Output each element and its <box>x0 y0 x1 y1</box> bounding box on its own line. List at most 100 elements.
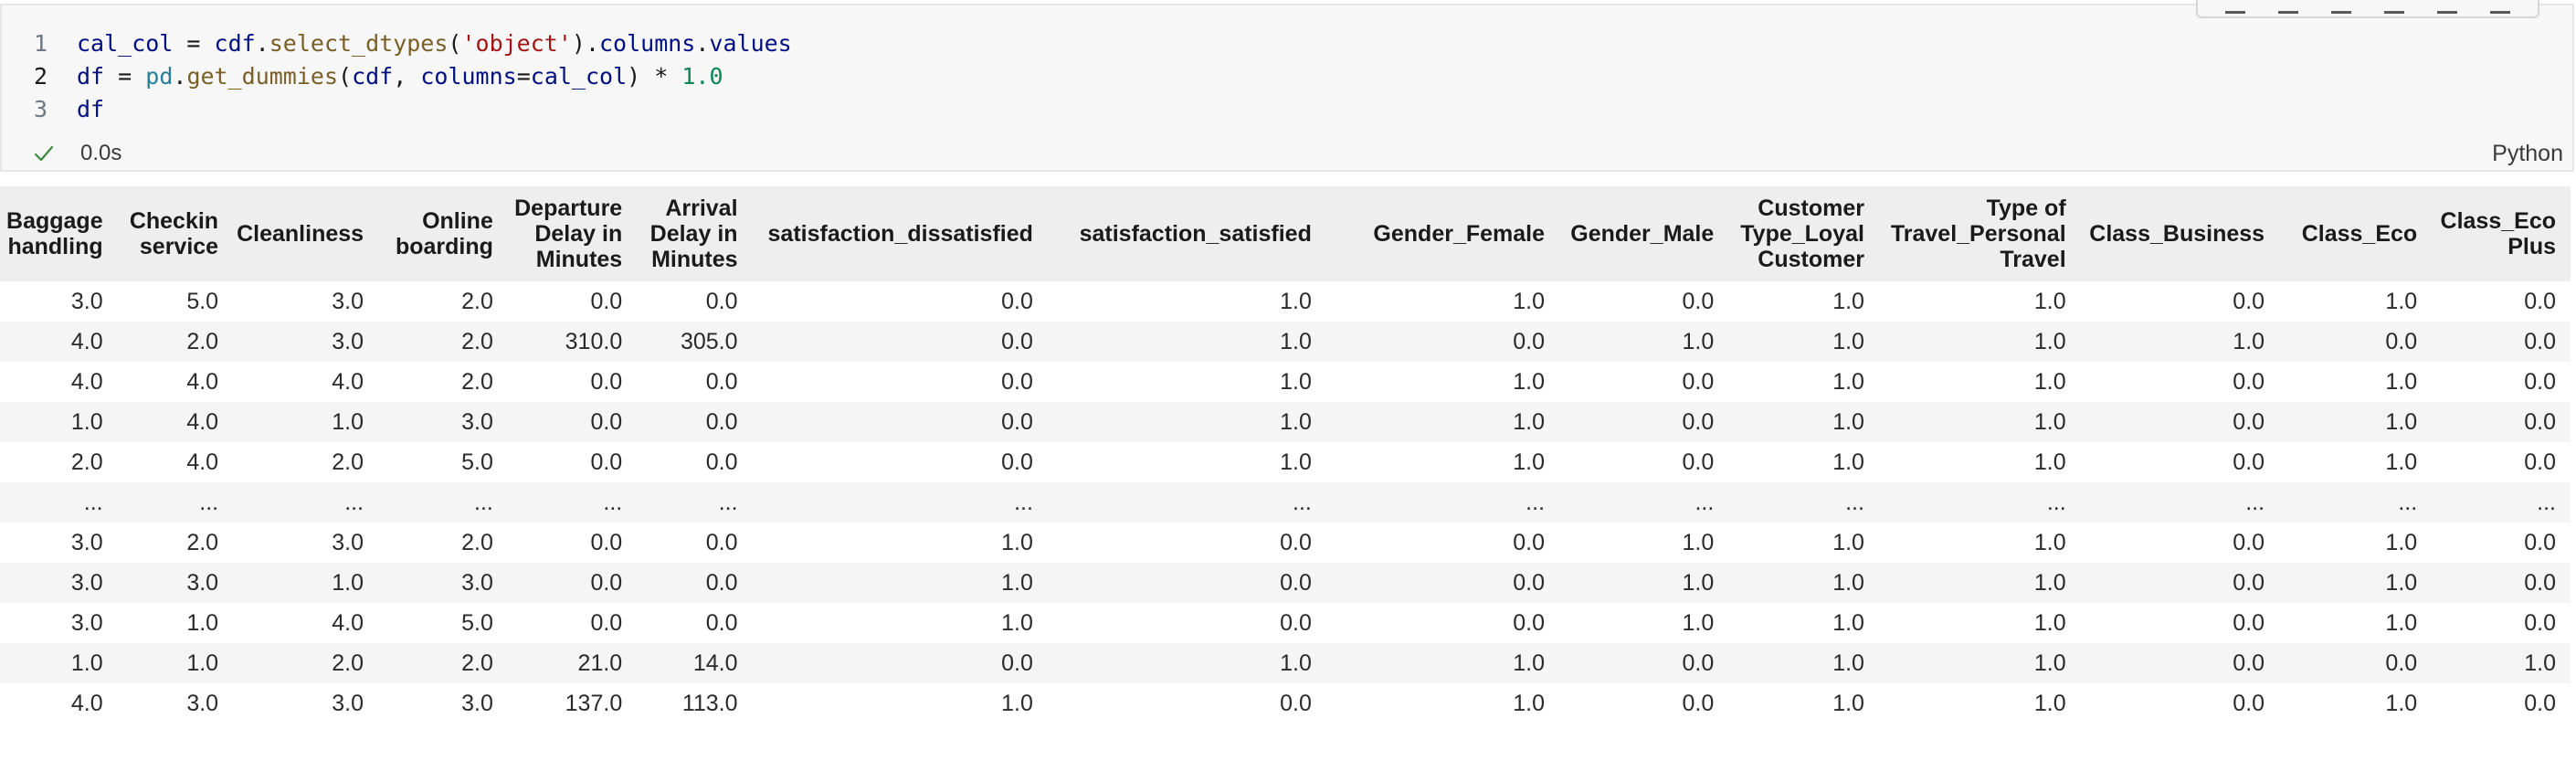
column-header-line: Cleanliness <box>237 221 364 247</box>
table-cell: 3.0 <box>0 603 118 643</box>
check-icon <box>33 143 55 164</box>
table-row: 3.0 2.0 3.0 2.0 0.0 0.0 1.0 0.0 0.0 1.0 1.0 1.0 0.0 1… <box>0 523 2571 563</box>
column-header-line: boarding <box>395 234 493 259</box>
line-number: 3 <box>33 96 48 122</box>
table-cell: ... <box>507 482 638 523</box>
column-header-line: Arrival <box>665 195 738 221</box>
table-cell: 1.0 <box>117 603 234 643</box>
table-cell: 4.0 <box>117 362 234 402</box>
table-cell: 4.0 <box>117 442 234 482</box>
table-cell: 0.0 <box>1559 281 1729 322</box>
kernel-language-label[interactable]: Python <box>2492 141 2563 167</box>
column-header-line: Minutes <box>535 247 623 272</box>
column-header-line: Type of <box>1986 195 2066 221</box>
table-cell: 0.0 <box>507 603 638 643</box>
column-header: Customer Type_Loyal Customer <box>1728 186 1879 281</box>
table-cell: 0.0 <box>637 362 753 402</box>
column-header-line: Travel_Personal <box>1890 221 2066 247</box>
code-line-text[interactable]: cal_col = cdf.select_dtypes('object').co… <box>77 27 792 60</box>
table-cell: 3.0 <box>233 281 379 322</box>
table-cell: 1.0 <box>2279 402 2433 442</box>
table-cell: 1.0 <box>2279 563 2433 603</box>
table-cell: 1.0 <box>752 683 1048 723</box>
table-cell: 0.0 <box>752 402 1048 442</box>
table-cell: 1.0 <box>117 643 234 683</box>
table-cell: 1.0 <box>0 643 118 683</box>
code-token: select_dtypes <box>269 30 449 57</box>
table-cell: 0.0 <box>2432 362 2571 402</box>
table-cell: 1.0 <box>1878 523 2081 563</box>
table-cell: 137.0 <box>507 683 638 723</box>
code-token: 'object' <box>461 30 572 57</box>
table-cell: 1.0 <box>1728 683 1879 723</box>
table-cell: 0.0 <box>2432 442 2571 482</box>
table-cell: 0.0 <box>1047 563 1326 603</box>
table-row: 4.0 4.0 4.0 2.0 0.0 0.0 0.0 1.0 1.0 0.0 1.0 1.0 0.0 1… <box>0 362 2571 402</box>
table-cell: 1.0 <box>2279 442 2433 482</box>
table-cell: 3.0 <box>0 523 118 563</box>
table-cell: 2.0 <box>378 362 508 402</box>
code-token: cal_col <box>77 30 174 57</box>
table-cell: 0.0 <box>752 281 1048 322</box>
table-cell: 4.0 <box>0 362 118 402</box>
cell-menu-icon[interactable] <box>2384 3 2404 14</box>
column-header-line: Minutes <box>651 247 738 272</box>
run-below-icon[interactable] <box>2278 3 2298 14</box>
table-cell: 1.0 <box>1325 362 1560 402</box>
table-cell: 310.0 <box>507 322 638 362</box>
more-actions-icon[interactable] <box>2437 3 2457 14</box>
code-token: . <box>173 63 187 90</box>
table-row: 3.0 1.0 4.0 5.0 0.0 0.0 1.0 0.0 0.0 1.0 1.0 1.0 0.0 1… <box>0 603 2571 643</box>
table-cell: 1.0 <box>2279 362 2433 402</box>
table-row: 2.0 4.0 2.0 5.0 0.0 0.0 0.0 1.0 1.0 0.0 1.0 1.0 0.0 1… <box>0 442 2571 482</box>
column-header-line: Baggage <box>6 208 103 234</box>
column-header-line: Travel <box>2000 247 2066 272</box>
delete-cell-icon[interactable] <box>2490 3 2510 14</box>
line-number: 2 <box>33 63 48 90</box>
code-token: df <box>77 63 105 90</box>
table-cell: 3.0 <box>0 563 118 603</box>
column-header: Class_Eco <box>2279 186 2433 281</box>
code-editor[interactable]: 1 cal_col = cdf.select_dtypes('object').… <box>2 27 792 126</box>
table-cell: 0.0 <box>2279 322 2433 362</box>
table-cell: 1.0 <box>1728 362 1879 402</box>
column-header: Class_Eco Plus <box>2432 186 2571 281</box>
column-header-line: Customer <box>1758 195 1864 221</box>
table-cell: 0.0 <box>507 362 638 402</box>
table-cell: 2.0 <box>378 643 508 683</box>
split-cell-icon[interactable] <box>2331 3 2351 14</box>
table-cell: 1.0 <box>1325 442 1560 482</box>
code-line-1: 1 cal_col = cdf.select_dtypes('object').… <box>2 27 792 60</box>
table-cell: 1.0 <box>1325 402 1560 442</box>
table-cell: 0.0 <box>2080 362 2280 402</box>
table-cell: ... <box>1559 482 1729 523</box>
table-cell: 1.0 <box>0 402 118 442</box>
table-cell: 3.0 <box>117 563 234 603</box>
table-cell: ... <box>2432 482 2571 523</box>
table-cell: 0.0 <box>2432 683 2571 723</box>
column-header-line: Type_Loyal <box>1740 221 1864 247</box>
code-line-text[interactable]: df <box>77 93 104 126</box>
code-line-text[interactable]: df = pd.get_dummies(cdf, columns=cal_col… <box>77 60 723 93</box>
column-header: Gender_Female <box>1325 186 1560 281</box>
table-cell: ... <box>117 482 234 523</box>
table-cell: 0.0 <box>2432 523 2571 563</box>
table-cell: 0.0 <box>2080 603 2280 643</box>
table-cell: 1.0 <box>1728 322 1879 362</box>
column-header-line: Departure <box>514 195 623 221</box>
table-cell: 1.0 <box>1878 362 2081 402</box>
column-header-line: Online <box>422 208 493 234</box>
code-token: cdf <box>352 63 394 90</box>
column-header-line: Checkin <box>129 208 219 234</box>
column-header: Class_Business <box>2080 186 2280 281</box>
table-cell: 1.0 <box>2432 643 2571 683</box>
table-cell: 1.0 <box>752 523 1048 563</box>
column-header-line: satisfaction_dissatisfied <box>767 221 1033 247</box>
code-token: 1.0 <box>681 63 723 90</box>
table-cell: 5.0 <box>378 442 508 482</box>
code-cell[interactable]: 1 cal_col = cdf.select_dtypes('object').… <box>0 0 2574 172</box>
run-above-icon[interactable] <box>2225 3 2245 14</box>
column-header: Baggage handling <box>0 186 118 281</box>
table-cell: 1.0 <box>233 563 379 603</box>
table-cell: 0.0 <box>637 603 753 643</box>
